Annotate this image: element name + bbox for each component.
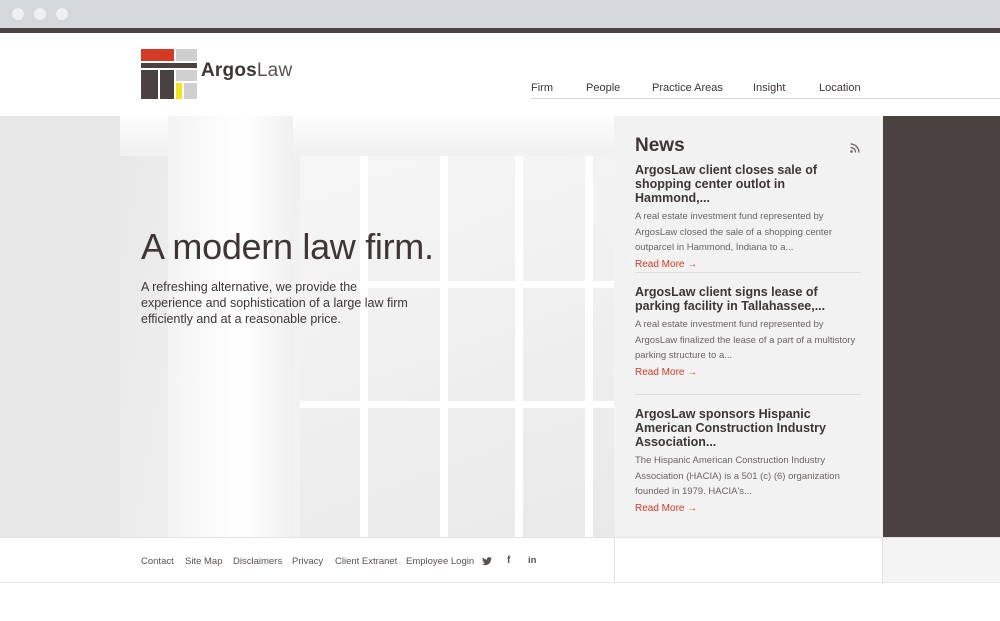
news-item-summary: A real estate investment fund represente… (635, 319, 856, 361)
window-minimize-dot[interactable] (34, 8, 46, 20)
browser-chrome (0, 0, 1000, 28)
nav-item-location[interactable]: Location (819, 82, 861, 94)
news-divider (635, 272, 861, 273)
hero-title: A modern law firm. (141, 226, 434, 267)
read-more-link[interactable]: Read More → (635, 503, 861, 514)
news-item-headline[interactable]: ArgosLaw sponsors Hispanic American Cons… (635, 407, 861, 449)
news-item-summary: A real estate investment fund represente… (635, 211, 832, 253)
footer-side-column (883, 538, 1000, 582)
footer-link-client-extranet[interactable]: Client Extranet (335, 556, 397, 567)
hero-text: A refreshing alternative, we provide the… (141, 280, 408, 326)
news-item-headline[interactable]: ArgosLaw client signs lease of parking f… (635, 285, 861, 313)
news-item-summary: The Hispanic American Construction Indus… (635, 455, 840, 497)
news-title: News (635, 135, 685, 156)
news-item: ArgosLaw client signs lease of parking f… (635, 285, 861, 378)
footer-link-disclaimers[interactable]: Disclaimers (233, 556, 282, 567)
news-divider (635, 394, 861, 395)
news-item: ArgosLaw client closes sale of shopping … (635, 163, 861, 270)
news-item-headline[interactable]: ArgosLaw client closes sale of shopping … (635, 163, 861, 205)
footer-link-contact[interactable]: Contact (141, 556, 174, 567)
top-border-bar (0, 28, 1000, 33)
nav-underline (531, 98, 1000, 99)
read-more-link[interactable]: Read More → (635, 259, 861, 270)
news-item: ArgosLaw sponsors Hispanic American Cons… (635, 407, 861, 514)
twitter-icon[interactable] (482, 557, 492, 566)
linkedin-icon[interactable]: in (528, 555, 536, 566)
facebook-icon[interactable]: f (507, 555, 510, 566)
window-maximize-dot[interactable] (56, 8, 68, 20)
footer-bottom-border (0, 582, 1000, 583)
nav-item-people[interactable]: People (586, 82, 620, 94)
window-close-dot[interactable] (12, 8, 24, 20)
nav-item-firm[interactable]: Firm (531, 82, 553, 94)
footer-link-site-map[interactable]: Site Map (185, 556, 223, 567)
read-more-link[interactable]: Read More → (635, 367, 861, 378)
news-panel: News ArgosLaw client closes sale of shop… (614, 116, 883, 537)
nav-item-practice-areas[interactable]: Practice Areas (652, 82, 723, 94)
footer-news-column (614, 538, 883, 582)
footer-link-employee-login[interactable]: Employee Login (406, 556, 474, 567)
rss-icon[interactable] (850, 143, 860, 153)
nav-item-insight[interactable]: Insight (753, 82, 785, 94)
footer-link-privacy[interactable]: Privacy (292, 556, 323, 567)
brand-name-bold: Argos (201, 60, 257, 81)
brand-name[interactable]: ArgosLaw (201, 60, 292, 82)
side-dark-panel (883, 116, 1000, 537)
argoslaw-logo-icon[interactable] (141, 49, 197, 99)
brand-name-light: Law (256, 60, 293, 81)
